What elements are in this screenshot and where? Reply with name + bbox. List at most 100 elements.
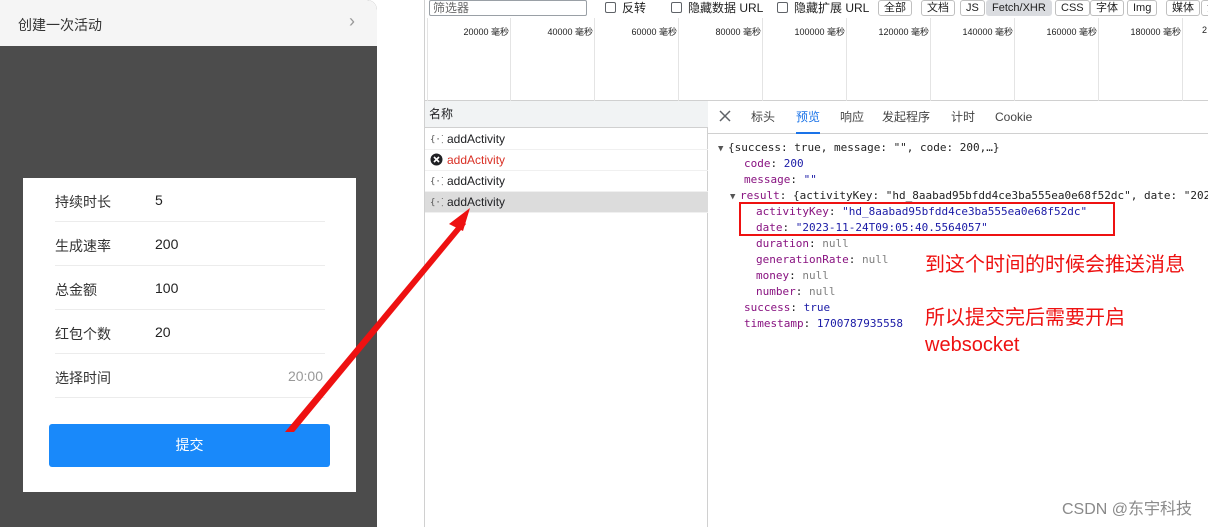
annotation-text: 所以提交完后需要开启 websocket (925, 305, 1125, 359)
tab-cookies[interactable]: Cookie (995, 101, 1032, 134)
generation-rate-field[interactable]: 200 (155, 236, 178, 252)
request-row[interactable]: addActivity (425, 150, 708, 171)
json-key: code (744, 157, 771, 170)
xhr-icon: {·} (430, 198, 443, 208)
timeline-tick: 160000 毫秒 (1046, 27, 1097, 37)
json-root-line[interactable]: ▼ {success: true, message: "", code: 200,… (718, 140, 1000, 156)
submit-button[interactable]: 提交 (49, 424, 330, 467)
json-value: null (861, 253, 889, 266)
form-row-generation-rate[interactable]: 生成速率 200 (55, 222, 325, 266)
json-value: true (803, 301, 831, 314)
filter-fetch-xhr[interactable]: Fetch/XHR (986, 0, 1052, 16)
phone-nav-bar: 创建一次活动 › (0, 0, 377, 46)
timeline-tick: 100000 毫秒 (794, 27, 845, 37)
timeline-tick: 2 (1201, 25, 1207, 35)
annotation-line: 所以提交完后需要开启 (925, 307, 1125, 329)
packet-count-field[interactable]: 20 (155, 324, 171, 340)
checkbox-label: 反转 (622, 1, 647, 15)
request-name: addActivity (447, 195, 506, 209)
tab-headers[interactable]: 标头 (751, 101, 775, 134)
json-value: null (802, 269, 829, 282)
filter-input[interactable]: 筛选器 (429, 0, 587, 16)
network-timeline[interactable]: 20000 毫秒 40000 毫秒 60000 毫秒 80000 毫秒 1000… (425, 18, 1208, 101)
svg-text:{·}: {·} (430, 177, 443, 187)
json-key: money (756, 269, 790, 282)
request-name: addActivity (447, 153, 506, 167)
time-picker[interactable]: 20:00 (288, 368, 323, 384)
annotation-text: 到这个时间的时候会推送消息 (925, 254, 1185, 276)
hide-data-urls-checkbox[interactable]: 隐藏数据 URL (671, 0, 763, 16)
filter-js[interactable]: JS (960, 0, 985, 16)
timeline-tick: 120000 毫秒 (878, 27, 929, 37)
json-key: number (756, 285, 796, 298)
error-icon (430, 153, 443, 166)
json-summary: {activityKey: "hd_8aabad95bfdd4ce3ba555e… (793, 189, 1208, 202)
form-row-total-amount[interactable]: 总金额 100 (55, 266, 325, 310)
page-title: 创建一次活动 (18, 17, 102, 33)
json-line: timestamp: 1700787935558 (744, 317, 903, 330)
filter-font[interactable]: 字体 (1090, 0, 1124, 16)
json-value: null (822, 237, 849, 250)
form-label: 红包个数 (55, 326, 111, 342)
tab-response[interactable]: 响应 (840, 101, 864, 134)
invert-checkbox[interactable]: 反转 (605, 0, 646, 16)
json-key: duration (756, 237, 809, 250)
json-value: 200 (783, 157, 804, 170)
request-name: addActivity (447, 174, 506, 188)
checkbox-icon (777, 2, 788, 13)
detail-tabs: 标头 预览 响应 发起程序 计时 Cookie (708, 101, 1208, 134)
highlight-box (739, 202, 1115, 236)
json-key: result (740, 189, 780, 202)
chevron-right-icon[interactable]: › (345, 11, 359, 31)
json-line: message: "" (744, 173, 817, 186)
json-line: duration: null (756, 237, 849, 250)
tab-timing[interactable]: 计时 (951, 101, 975, 134)
total-amount-field[interactable]: 100 (155, 280, 178, 296)
filter-all[interactable]: 全部 (878, 0, 912, 16)
tab-preview[interactable]: 预览 (796, 101, 821, 134)
form-label: 生成速率 (55, 238, 111, 254)
json-key: generationRate (756, 253, 849, 266)
triangle-down-icon: ▼ (718, 144, 724, 154)
name-column-header[interactable]: 名称 (425, 101, 708, 128)
json-line: money: null (756, 269, 829, 282)
checkbox-label: 隐藏数据 URL (688, 1, 764, 15)
xhr-icon: {·} (430, 177, 443, 187)
json-key: timestamp (744, 317, 804, 330)
watermark: CSDN @东宇科技 (1061, 501, 1192, 518)
json-line: generationRate: null (756, 253, 889, 266)
close-icon[interactable] (718, 109, 732, 123)
form-label: 持续时长 (55, 194, 111, 210)
json-line: number: null (756, 285, 836, 298)
json-key: message (744, 173, 791, 186)
mobile-preview-panel: 创建一次活动 › 持续时长 5 生成速率 200 总金额 100 红包个数 20… (0, 0, 377, 527)
filter-img[interactable]: Img (1127, 0, 1158, 16)
filter-doc[interactable]: 文档 (921, 0, 955, 16)
filter-css[interactable]: CSS (1055, 0, 1090, 16)
filter-clear[interactable]: 清 (1201, 0, 1208, 16)
hide-extension-urls-checkbox[interactable]: 隐藏扩展 URL (777, 0, 869, 16)
checkbox-icon (605, 2, 616, 13)
form-row-select-time[interactable]: 选择时间 20:00 (55, 354, 325, 398)
request-list: 名称 {·} addActivity addActivity {·} addActi… (425, 101, 708, 527)
timeline-tick: 40000 毫秒 (547, 27, 593, 37)
form-label: 总金额 (55, 282, 97, 298)
form-row-packet-count[interactable]: 红包个数 20 (55, 310, 325, 354)
request-row-selected[interactable]: {·} addActivity (425, 192, 708, 213)
json-line: code: 200 (744, 157, 804, 170)
json-value: "" (803, 173, 817, 186)
request-row[interactable]: {·} addActivity (425, 171, 708, 192)
filter-media[interactable]: 媒体 (1166, 0, 1200, 16)
form-row-duration[interactable]: 持续时长 5 (55, 178, 325, 222)
form-label: 选择时间 (55, 370, 111, 386)
timeline-tick: 60000 毫秒 (631, 27, 677, 37)
xhr-icon: {·} (430, 135, 443, 145)
timeline-tick: 140000 毫秒 (962, 27, 1013, 37)
json-summary: {success: true, message: "", code: 200,…… (728, 141, 1000, 154)
timeline-tick: 20000 毫秒 (463, 27, 509, 37)
checkbox-label: 隐藏扩展 URL (794, 1, 870, 15)
request-row[interactable]: {·} addActivity (425, 129, 708, 150)
json-key: success (744, 301, 791, 314)
tab-initiator[interactable]: 发起程序 (882, 101, 930, 134)
duration-field[interactable]: 5 (155, 192, 163, 208)
